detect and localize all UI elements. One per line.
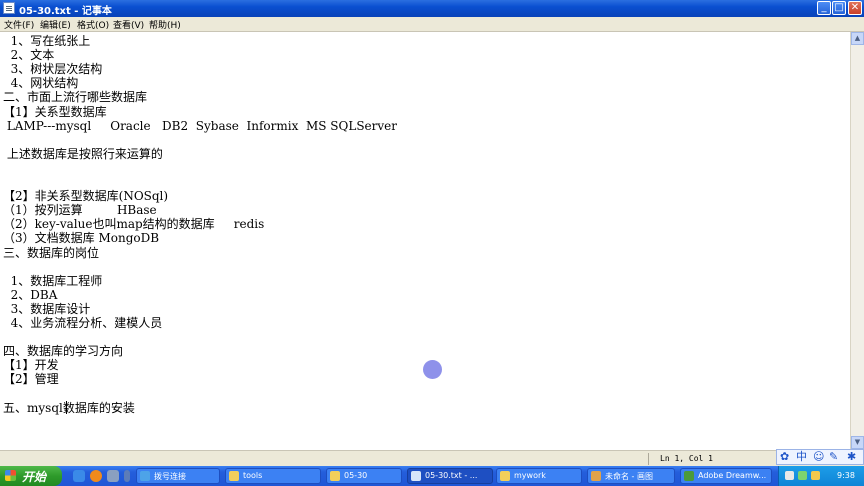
taskbar-button-label: tools [243, 471, 263, 480]
folder-icon [229, 471, 239, 481]
text-caret [66, 400, 67, 414]
ime-mode[interactable]: 中 [796, 450, 807, 464]
taskbar-button[interactable]: 未命名 - 画图 [587, 468, 675, 484]
menu-edit[interactable]: 编辑(E) [40, 18, 71, 31]
text-line: 2、DBA [3, 287, 58, 302]
clock[interactable]: 9:38 [837, 471, 855, 480]
text-line: 四、数据库的学习方向 [3, 344, 124, 359]
paint-icon [591, 471, 601, 481]
taskbar: 开始 拨号连接 tools 05-30 05-30.txt - ... mywork 未命… [0, 466, 864, 486]
taskbar-button[interactable]: mywork [496, 468, 582, 484]
text-line: LAMP---mysql Oracle DB2 Sybase Informix … [3, 118, 397, 133]
text-line: 【2】非关系型数据库(NOSql) [3, 189, 169, 204]
text-line: 3、数据库设计 [3, 301, 91, 316]
menu-format[interactable]: 格式(O) [77, 18, 109, 31]
mouse-highlight [423, 360, 442, 379]
folder-icon [500, 471, 510, 481]
taskbar-button[interactable]: Adobe Dreamw... [680, 468, 772, 484]
paw-icon[interactable]: ✿ [780, 450, 789, 464]
text-line: 1、数据库工程师 [3, 273, 103, 288]
text-line: 4、网状结构 [3, 76, 79, 91]
text-line: （1）按列运算 HBase [3, 203, 157, 218]
text-line: （2）key-value也叫map结构的数据库 redis [3, 217, 265, 232]
start-label: 开始 [22, 470, 47, 484]
title-bar: 05-30.txt - 记事本 _ □ ✕ [0, 0, 864, 17]
cursor-position: Ln 1, Col 1 [660, 454, 713, 463]
pencil-icon[interactable]: ✎ [829, 450, 838, 464]
smiley-icon[interactable]: ☺ [813, 450, 824, 464]
taskbar-button[interactable]: 05-30 [326, 468, 402, 484]
browser-icon[interactable] [90, 470, 102, 482]
folder-icon [330, 471, 340, 481]
start-button[interactable]: 开始 [0, 466, 62, 486]
taskbar-button-label: 05-30.txt - ... [425, 471, 478, 480]
text-line: 3、树状层次结构 [3, 62, 103, 77]
notepad-icon[interactable] [3, 2, 15, 14]
notepad-icon [411, 471, 421, 481]
network-icon [140, 471, 150, 481]
system-tray: 9:38 [778, 466, 864, 486]
text-editor[interactable]: 1、写在纸张上 2、文本 3、树状层次结构 4、网状结构 二、市面上流行哪些数据库… [0, 32, 850, 450]
text-line: 1、写在纸张上 [3, 34, 91, 48]
network-tray-icon[interactable] [798, 471, 807, 480]
expand-icon[interactable] [124, 470, 130, 482]
text-line: 4、业务流程分析、建模人员 [3, 316, 163, 330]
taskbar-button-label: 05-30 [344, 471, 368, 480]
text-line: （3）文档数据库 MongoDB [3, 231, 160, 246]
vertical-scrollbar[interactable]: ▲ ▼ [850, 32, 864, 450]
media-icon[interactable] [107, 470, 119, 482]
minimize-button[interactable]: _ [817, 1, 831, 15]
text-line: 三、数据库的岗位 [3, 245, 100, 260]
text-line: 五、mysql数据库的安装 [3, 400, 135, 415]
menu-help[interactable]: 帮助(H) [149, 18, 181, 31]
maximize-button[interactable]: □ [832, 1, 846, 15]
status-separator [648, 453, 649, 465]
speaker-icon[interactable] [785, 471, 794, 480]
settings-icon[interactable]: ✱ [847, 450, 856, 464]
scroll-down-arrow-icon[interactable]: ▼ [851, 436, 864, 449]
taskbar-button[interactable]: tools [225, 468, 321, 484]
taskbar-button-label: 拨号连接 [154, 472, 186, 481]
taskbar-button-label: Adobe Dreamw... [698, 471, 767, 480]
close-button[interactable]: ✕ [848, 1, 862, 15]
menu-file[interactable]: 文件(F) [4, 18, 34, 31]
security-icon[interactable] [811, 471, 820, 480]
desktop-icon[interactable] [73, 470, 85, 482]
status-bar: Ln 1, Col 1 [0, 450, 864, 466]
window-title: 05-30.txt - 记事本 [19, 6, 112, 17]
text-line: 上述数据库是按照行来运算的 [3, 146, 163, 161]
text-line: 2、文本 [3, 48, 55, 63]
taskbar-button[interactable]: 拨号连接 [136, 468, 220, 484]
dreamweaver-icon [684, 471, 694, 481]
text-line: 【2】管理 [3, 372, 59, 387]
text-line: 【1】开发 [3, 358, 59, 373]
text-line: 【1】关系型数据库 [3, 104, 107, 119]
menu-bar: 文件(F) 编辑(E) 格式(O) 查看(V) 帮助(H) [0, 17, 864, 32]
text-line: 二、市面上流行哪些数据库 [3, 90, 148, 105]
menu-view[interactable]: 查看(V) [113, 18, 144, 31]
ime-toolbar[interactable]: ✿ 中 ☺ ✎ ✱ [776, 449, 864, 465]
windows-logo-icon [5, 470, 16, 481]
taskbar-button-label: mywork [514, 471, 546, 480]
taskbar-button[interactable]: 05-30.txt - ... [407, 468, 493, 484]
taskbar-button-label: 未命名 - 画图 [605, 472, 653, 481]
scroll-up-arrow-icon[interactable]: ▲ [851, 32, 864, 45]
